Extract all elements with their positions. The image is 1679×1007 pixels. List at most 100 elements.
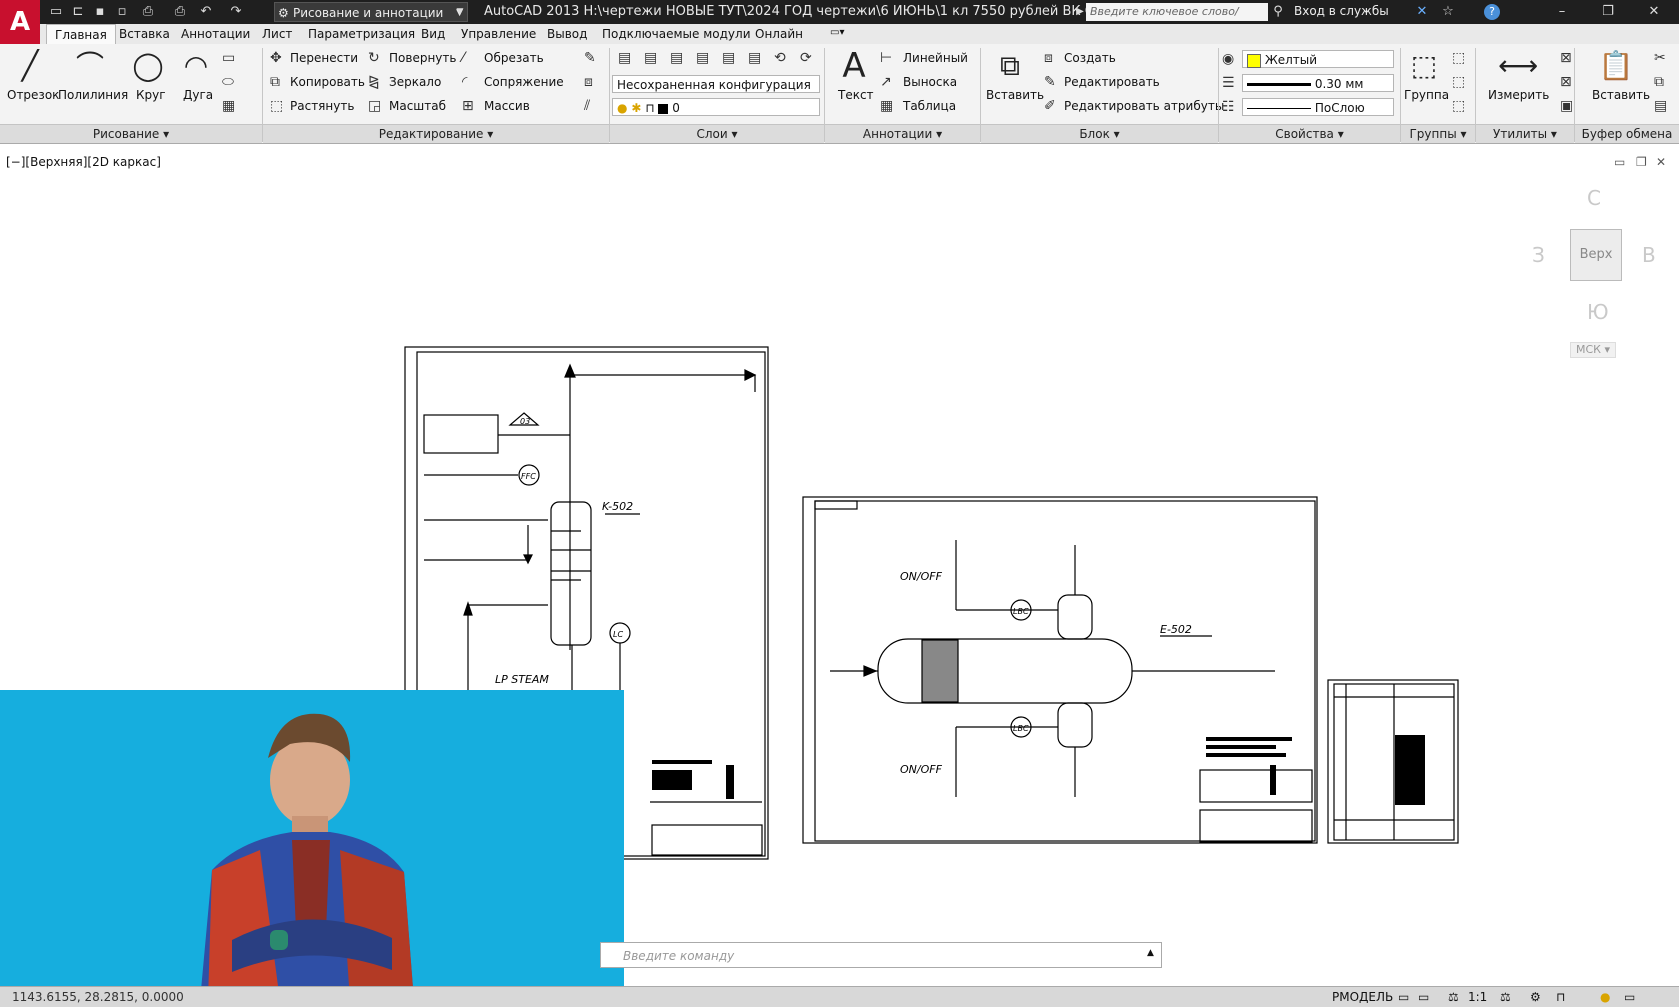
restore-icon[interactable]: ❐ [1600, 4, 1616, 20]
current-layer-select[interactable]: ● ✱ ⊓ 0 [612, 98, 820, 116]
layer-off-icon[interactable]: ▤ [670, 50, 683, 66]
model-icon[interactable]: ▭ [1398, 990, 1409, 1004]
group-edit-icon[interactable]: ⬚ [1452, 74, 1465, 90]
clean-screen-icon[interactable]: ▭ [1624, 990, 1635, 1004]
draw-panel-title[interactable]: Рисование ▾ [0, 124, 262, 143]
signin-link[interactable]: Вход в службы [1294, 4, 1389, 18]
rotate-button[interactable]: Повернуть [389, 51, 456, 65]
group-icon[interactable]: ⬚ [1406, 48, 1442, 84]
fillet-button[interactable]: Сопряжение [484, 75, 564, 89]
group-select-icon[interactable]: ⬚ [1452, 98, 1465, 114]
new-file-icon[interactable]: ▭ [48, 4, 64, 20]
match-properties-icon[interactable]: ◉ [1222, 51, 1234, 67]
layer-state-select[interactable]: Несохраненная конфигурация сло [612, 75, 820, 110]
tab-insert[interactable]: Вставка [119, 27, 170, 41]
circle-tool-icon[interactable]: ◯ [130, 48, 166, 84]
polyline-tool-button[interactable]: Полилиния [58, 88, 128, 102]
tab-layout[interactable]: Лист [262, 27, 292, 41]
tab-view[interactable]: Вид [421, 27, 445, 41]
modify-panel-title[interactable]: Редактирование ▾ [263, 124, 609, 143]
line-tool-icon[interactable]: ╱ [12, 48, 48, 84]
layer-walk-icon[interactable]: ⟳ [800, 50, 812, 66]
groups-panel-title[interactable]: Группы ▾ [1401, 124, 1475, 143]
layer-match-icon[interactable]: ▤ [748, 50, 761, 66]
tab-plugins[interactable]: Подключаемые модули [602, 27, 751, 41]
layer-isolate-icon[interactable]: ▤ [644, 50, 657, 66]
measure-button[interactable]: Измерить [1488, 88, 1549, 102]
tab-online[interactable]: Онлайн [755, 27, 803, 41]
lock-toolbar-icon[interactable]: ⊓ [1556, 990, 1565, 1004]
select-all-icon[interactable]: ⊠ [1560, 74, 1572, 90]
paste-icon[interactable]: 📋 [1598, 48, 1634, 84]
close-icon[interactable]: ✕ [1646, 4, 1662, 20]
array-button[interactable]: Массив [484, 99, 530, 113]
tab-manage[interactable]: Управление [461, 27, 536, 41]
search-input[interactable]: Введите ключевое слово/фразу [1086, 3, 1268, 36]
layer-properties-icon[interactable]: ▤ [618, 50, 631, 66]
measure-icon[interactable]: ⟷ [1498, 48, 1538, 84]
mirror-button[interactable]: Зеркало [389, 75, 441, 89]
trim-button[interactable]: Обрезать [484, 51, 544, 65]
calculator-icon[interactable]: ▣ [1560, 98, 1573, 114]
utilities-panel-title[interactable]: Утилиты ▾ [1476, 124, 1574, 143]
stretch-button[interactable]: Растянуть [290, 99, 354, 113]
cut-icon[interactable]: ✂ [1654, 50, 1666, 66]
annotation-scale[interactable]: 1:1 [1468, 990, 1487, 1004]
text-tool-button[interactable]: Текст [838, 88, 874, 102]
erase-icon[interactable]: ✎ [584, 50, 596, 66]
layer-freeze-icon[interactable]: ▤ [696, 50, 709, 66]
create-block-button[interactable]: Создать [1064, 51, 1116, 65]
edit-block-button[interactable]: Редактировать [1064, 75, 1160, 89]
paste-button[interactable]: Вставить [1592, 88, 1650, 102]
workspace-settings-icon[interactable]: ⚙ [1530, 990, 1541, 1004]
command-history-icon[interactable]: ▲ [1147, 948, 1154, 958]
layers-panel-title[interactable]: Слои ▾ [610, 124, 824, 143]
exchange-icon[interactable]: ✕ [1414, 4, 1430, 20]
linear-dimension-button[interactable]: Линейный [903, 51, 968, 65]
copy-button[interactable]: Копировать [290, 75, 365, 89]
minimize-icon[interactable]: – [1554, 4, 1570, 20]
save-as-icon[interactable]: ▫ [114, 4, 130, 20]
annotation-panel-title[interactable]: Аннотации ▾ [825, 124, 980, 143]
color-select[interactable]: Желтый [1242, 50, 1394, 68]
linetype-select[interactable]: ПоСлою [1242, 98, 1394, 116]
match-clip-icon[interactable]: ▤ [1654, 98, 1667, 114]
text-tool-icon[interactable]: A [836, 48, 872, 84]
star-icon[interactable]: ☆ [1440, 4, 1456, 20]
ellipse-tool-icon[interactable]: ⬭ [222, 74, 234, 90]
explode-icon[interactable]: ⧈ [584, 74, 593, 90]
save-icon[interactable]: ▪ [92, 4, 108, 20]
rectangle-tool-icon[interactable]: ▭ [222, 50, 235, 66]
layer-previous-icon[interactable]: ⟲ [774, 50, 786, 66]
tab-annotate[interactable]: Аннотации [181, 27, 250, 41]
ungroup-icon[interactable]: ⬚ [1452, 50, 1465, 66]
edit-attributes-button[interactable]: Редактировать атрибуты [1064, 99, 1224, 113]
polyline-tool-icon[interactable]: ⌒ [72, 48, 108, 84]
copy-clip-icon[interactable]: ⧉ [1654, 74, 1664, 90]
workspace-select[interactable]: ⚙ Рисование и аннотации ▼ [274, 2, 468, 22]
insert-block-button[interactable]: Вставить [986, 88, 1044, 102]
leader-button[interactable]: Выноска [903, 75, 957, 89]
tab-output[interactable]: Вывод [547, 27, 587, 41]
line-tool-button[interactable]: Отрезок [7, 88, 59, 102]
help-icon[interactable]: ? [1484, 4, 1500, 20]
scale-button[interactable]: Масштаб [389, 99, 446, 113]
insert-block-icon[interactable]: ⧉ [992, 48, 1028, 84]
move-button[interactable]: Перенести [290, 51, 358, 65]
app-menu-button[interactable]: A [0, 0, 40, 44]
arc-tool-button[interactable]: Дуга [183, 88, 213, 102]
open-file-icon[interactable]: ⊏ [70, 4, 86, 20]
model-space-toggle[interactable]: РМОДЕЛЬ [1332, 990, 1393, 1004]
tab-parametric[interactable]: Параметризация [308, 27, 415, 41]
layout-icon[interactable]: ▭ [1418, 990, 1429, 1004]
table-button[interactable]: Таблица [903, 99, 956, 113]
isolate-objects-icon[interactable]: ● [1600, 990, 1610, 1004]
block-panel-title[interactable]: Блок ▾ [981, 124, 1218, 143]
hatch-tool-icon[interactable]: ▦ [222, 98, 235, 114]
annotation-scale-icon[interactable]: ⚖ [1448, 990, 1459, 1004]
offset-icon[interactable]: ⫽ [584, 98, 590, 114]
arc-tool-icon[interactable]: ◠ [178, 48, 214, 84]
undo-icon[interactable]: ↶ [198, 4, 214, 20]
command-input[interactable]: Введите команду [600, 942, 1162, 968]
qat-menu-chevron-icon[interactable]: ▼ [452, 4, 468, 20]
